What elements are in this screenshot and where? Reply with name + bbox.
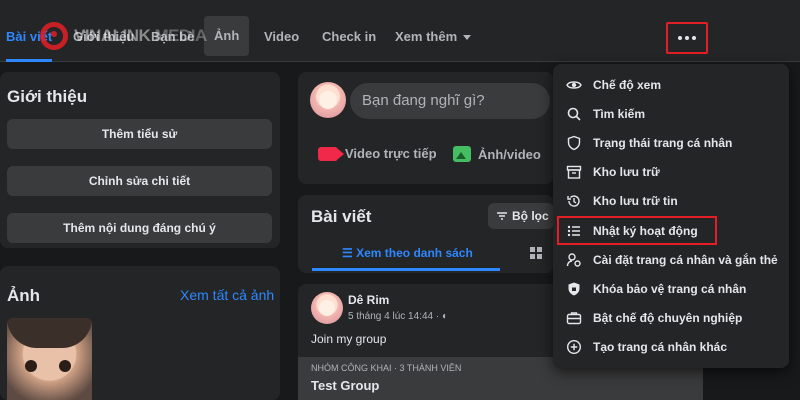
tab-checkins[interactable]: Check in bbox=[322, 0, 376, 62]
list-view-underline bbox=[312, 268, 500, 271]
grid-view-icon[interactable] bbox=[530, 247, 542, 259]
search-icon bbox=[565, 105, 583, 123]
chevron-down-icon bbox=[463, 35, 472, 41]
add-bio-button[interactable]: Thêm tiểu sử bbox=[7, 119, 272, 149]
group-name: Test Group bbox=[311, 378, 380, 393]
menu-item-profile-tagging-settings[interactable]: Cài đặt trang cá nhân và gắn thẻ bbox=[557, 245, 785, 274]
profile-options-menu: Chế độ xem Tìm kiếm Trạng thái trang cá … bbox=[553, 64, 789, 368]
more-options-button[interactable] bbox=[666, 22, 708, 54]
menu-item-activity-log[interactable]: Nhật ký hoạt động bbox=[557, 216, 717, 245]
post-text: Join my group bbox=[311, 332, 387, 346]
public-globe-icon: ◐ bbox=[441, 311, 449, 322]
menu-item-label: Kho lưu trữ tin bbox=[593, 193, 678, 208]
photo-icon bbox=[453, 146, 471, 162]
post-timestamp[interactable]: 5 tháng 4 lúc 14:44 · bbox=[348, 311, 442, 322]
menu-item-lock-profile[interactable]: Khóa bảo vệ trang cá nhân bbox=[557, 274, 785, 303]
tab-more-label: Xem thêm bbox=[395, 29, 458, 44]
menu-item-view-as[interactable]: Chế độ xem bbox=[557, 70, 785, 99]
menu-item-search[interactable]: Tìm kiếm bbox=[557, 99, 785, 128]
tab-more[interactable]: Xem thêm bbox=[395, 0, 472, 62]
menu-item-label: Chế độ xem bbox=[593, 77, 662, 92]
menu-item-label: Khóa bảo vệ trang cá nhân bbox=[593, 281, 747, 296]
status-input[interactable]: Bạn đang nghĩ gì? bbox=[350, 83, 550, 119]
add-featured-button[interactable]: Thêm nội dung đáng chú ý bbox=[7, 213, 272, 243]
user-gear-icon bbox=[565, 251, 583, 269]
watermark: VINALINK MEDIA bbox=[40, 22, 207, 50]
list-view-icon: ☰ bbox=[342, 246, 357, 260]
shield-icon bbox=[565, 134, 583, 152]
menu-item-label: Trạng thái trang cá nhân bbox=[593, 135, 733, 150]
ellipsis-icon bbox=[678, 36, 696, 40]
post-meta: 5 tháng 4 lúc 14:44 · ◐ bbox=[348, 311, 448, 322]
menu-item-label: Cài đặt trang cá nhân và gắn thẻ bbox=[593, 252, 778, 267]
live-video-label: Video trực tiếp bbox=[345, 146, 437, 161]
post-author-name[interactable]: Dê Rim bbox=[348, 293, 389, 307]
avatar[interactable] bbox=[310, 82, 346, 118]
photo-thumbnail[interactable] bbox=[7, 318, 92, 400]
menu-item-label: Bật chế độ chuyên nghiệp bbox=[593, 310, 743, 325]
watermark-logo-icon bbox=[40, 22, 68, 50]
see-all-photos-link[interactable]: Xem tất cả ảnh bbox=[180, 287, 274, 303]
list-view-label: Xem theo danh sách bbox=[356, 246, 473, 260]
archive-icon bbox=[565, 163, 583, 181]
menu-item-story-archive[interactable]: Kho lưu trữ tin bbox=[557, 186, 785, 215]
edit-details-button[interactable]: Chỉnh sửa chi tiết bbox=[7, 166, 272, 196]
plus-circle-icon bbox=[565, 338, 583, 356]
menu-item-label: Tạo trang cá nhân khác bbox=[593, 339, 728, 354]
post-author-avatar[interactable] bbox=[311, 292, 343, 324]
photos-title: Ảnh bbox=[7, 286, 41, 305]
photo-video-button[interactable]: Ảnh/video bbox=[453, 146, 541, 162]
tab-photos[interactable]: Ảnh bbox=[204, 16, 250, 56]
photo-video-label: Ảnh/video bbox=[478, 146, 541, 162]
menu-item-create-profile[interactable]: Tạo trang cá nhân khác bbox=[557, 332, 785, 361]
menu-item-profile-status[interactable]: Trạng thái trang cá nhân bbox=[557, 128, 785, 157]
briefcase-icon bbox=[565, 309, 583, 327]
posts-title: Bài viết bbox=[311, 207, 372, 226]
live-video-button[interactable]: Video trực tiếp bbox=[318, 146, 437, 161]
menu-item-archive[interactable]: Kho lưu trữ bbox=[557, 157, 785, 186]
menu-item-label: Kho lưu trữ bbox=[593, 164, 660, 179]
history-icon bbox=[565, 192, 583, 210]
watermark-text: VINALINK MEDIA bbox=[74, 26, 207, 45]
list-icon bbox=[565, 222, 583, 240]
eye-icon bbox=[565, 76, 583, 94]
list-view-tab[interactable]: ☰ Xem theo danh sách bbox=[342, 246, 473, 260]
shield-lock-icon bbox=[565, 280, 583, 298]
menu-item-professional-mode[interactable]: Bật chế độ chuyên nghiệp bbox=[557, 303, 785, 332]
filter-button[interactable]: Bộ lọc bbox=[488, 203, 554, 229]
intro-card: Giới thiệu Thêm tiểu sử Chỉnh sửa chi ti… bbox=[0, 72, 280, 248]
tab-videos[interactable]: Video bbox=[264, 0, 299, 62]
intro-title: Giới thiệu bbox=[7, 87, 88, 106]
menu-item-label: Nhật ký hoạt động bbox=[593, 223, 698, 238]
video-camera-icon bbox=[318, 146, 344, 161]
menu-item-label: Tìm kiếm bbox=[593, 106, 646, 121]
filter-label: Bộ lọc bbox=[512, 209, 549, 223]
filter-icon bbox=[497, 212, 507, 220]
group-kicker: NHÓM CÔNG KHAI · 3 THÀNH VIÊN bbox=[311, 363, 462, 373]
